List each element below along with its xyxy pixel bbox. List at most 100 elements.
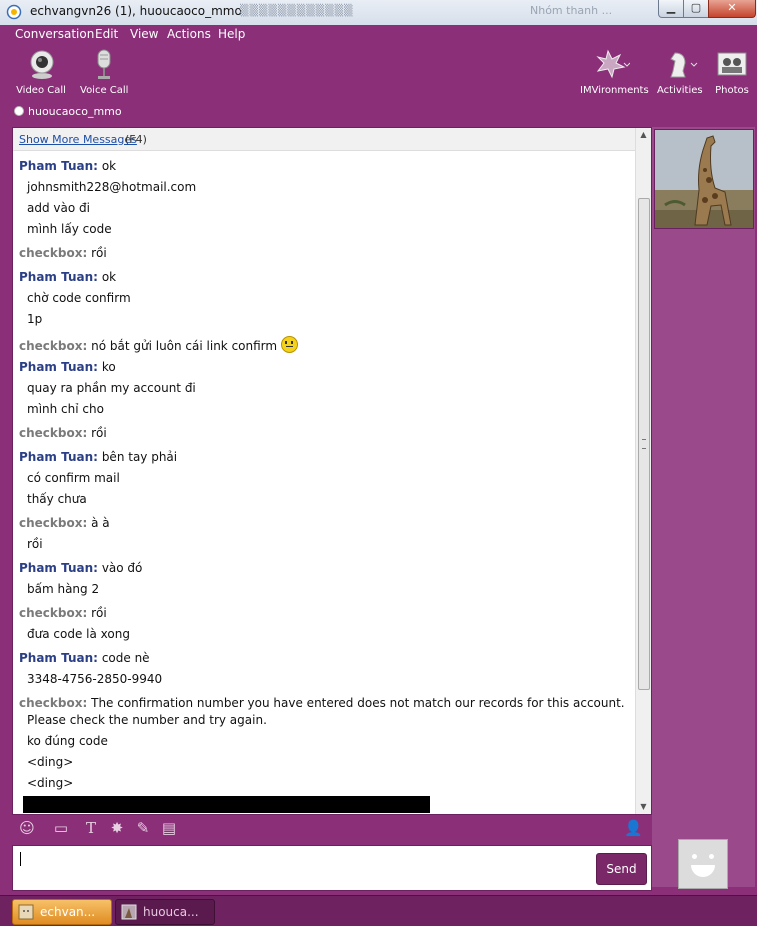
message-history[interactable]: Show More Messages (F4) Pham Tuan: ok jo…	[12, 127, 652, 815]
message-line: ko đúng code	[27, 734, 108, 748]
conversation-window: Conversation Edit View Actions Help Vide…	[0, 25, 757, 895]
menu-actions[interactable]: Actions	[167, 27, 211, 41]
minimize-button[interactable]: ▁	[658, 0, 684, 18]
imvironments-leaf-icon	[596, 49, 630, 79]
messenger-app-icon	[6, 4, 22, 20]
text-caret	[20, 852, 21, 866]
contact-status[interactable]: huoucaoco_mmo	[14, 105, 122, 118]
scroll-up-arrow-icon[interactable]: ▲	[636, 128, 651, 142]
microphone-icon	[97, 49, 111, 79]
menu-view[interactable]: View	[130, 27, 158, 41]
message-line: <ding>	[27, 776, 74, 790]
message: Pham Tuan: vào đó	[19, 561, 143, 575]
show-more-messages-link[interactable]: Show More Messages	[19, 133, 137, 146]
giraffe-photo	[655, 130, 753, 228]
menu-bar: Conversation Edit View Actions Help	[0, 25, 757, 45]
contact-details-icon[interactable]: 👤	[624, 819, 643, 837]
message-input[interactable]: Send	[12, 845, 652, 891]
buddy-avatar-image[interactable]	[654, 129, 754, 229]
emoticon-icon[interactable]: ☺	[18, 819, 36, 837]
photos-icon	[717, 52, 747, 76]
message: Pham Tuan: ok	[19, 159, 117, 173]
message-line: rồi	[27, 537, 43, 551]
sender-name: Pham Tuan	[19, 651, 94, 665]
message-text: ko	[101, 360, 116, 374]
message-list: Pham Tuan: ok johnsmith228@hotmail.com a…	[13, 151, 635, 813]
message-text: ok	[101, 159, 117, 173]
imvironments-label: IMVironments	[580, 85, 649, 96]
chat-window-icon	[18, 904, 34, 920]
buzz-icon[interactable]: ✸	[108, 819, 126, 837]
attach-file-icon[interactable]: ✎	[134, 819, 152, 837]
maximize-icon: ▢	[690, 1, 702, 14]
contact-name: huoucaoco_mmo	[28, 105, 122, 118]
message-text: rồi	[91, 246, 107, 260]
background-window-ghost-text: ▒▒▒▒▒▒▒▒▒▒▒▒	[240, 4, 354, 17]
confused-emoticon-icon	[281, 336, 299, 353]
message-line: đưa code là xong	[27, 627, 130, 641]
window-title: echvangvn26 (1), huoucaoco_mmo	[30, 4, 242, 18]
photos-label: Photos	[715, 85, 749, 96]
message-text: bên tay phải	[101, 450, 178, 464]
redacted-block	[23, 796, 430, 813]
webcam-icon	[30, 50, 54, 79]
window-titlebar: echvangvn26 (1), huoucaoco_mmo ▒▒▒▒▒▒▒▒▒…	[0, 0, 757, 26]
minimize-icon: ▁	[666, 1, 676, 14]
taskbar: echvan... huouca...	[0, 895, 757, 926]
message-text: code nè	[101, 651, 150, 665]
message-line: 3348-4756-2850-9940	[27, 672, 163, 686]
message-line: chờ code confirm	[27, 291, 131, 305]
maximize-button[interactable]: ▢	[683, 0, 709, 18]
close-button[interactable]: ✕	[708, 0, 756, 18]
menu-help[interactable]: Help	[218, 27, 245, 41]
menu-edit[interactable]: Edit	[95, 27, 118, 41]
video-call-label: Video Call	[16, 85, 66, 96]
message-line: Please check the number and try again.	[27, 713, 267, 727]
main-toolbar: Video Call Voice Call IMVironments Activ…	[0, 45, 757, 105]
sender-name: checkbox	[19, 696, 83, 710]
message-text: rồi	[91, 426, 107, 440]
message-text: rồi	[91, 606, 107, 620]
sender-name: Pham Tuan	[19, 270, 94, 284]
insert-icon[interactable]: ▤	[160, 819, 178, 837]
sender-name: checkbox	[19, 246, 83, 260]
sender-name: Pham Tuan	[19, 561, 94, 575]
status-dot-icon	[14, 106, 24, 116]
sender-name: checkbox	[19, 339, 83, 353]
sender-name: Pham Tuan	[19, 159, 94, 173]
message-scrollbar[interactable]: ▲ ▼	[635, 128, 651, 814]
message: Pham Tuan: code nè	[19, 651, 150, 665]
message-line: mình lấy code	[27, 222, 112, 236]
message-line: thấy chưa	[27, 492, 87, 506]
message-text: à à	[91, 516, 110, 530]
menu-conversation[interactable]: Conversation	[15, 27, 94, 41]
taskbar-item-label: huouca...	[143, 905, 199, 919]
show-more-shortcut: (F4)	[125, 133, 147, 146]
format-toolbar: ☺ ▭ T ✸ ✎ ▤ 👤	[12, 815, 650, 841]
scroll-thumb[interactable]	[638, 198, 650, 690]
taskbar-item-huoucaoco[interactable]: huouca...	[115, 899, 215, 925]
text-format-icon[interactable]: T	[82, 819, 100, 837]
message-line: mình chỉ cho	[27, 402, 104, 416]
message-line: quay ra phần my account đi	[27, 381, 196, 395]
chess-knight-icon	[670, 52, 698, 78]
message-text: vào đó	[101, 561, 143, 575]
activities-label: Activities	[657, 85, 703, 96]
avatar-panel	[652, 127, 755, 889]
message: checkbox: nó bắt gửi luôn cái link confi…	[19, 336, 299, 353]
send-button[interactable]: Send	[596, 853, 647, 885]
message: checkbox: rồi	[19, 606, 107, 620]
message-text: ok	[101, 270, 117, 284]
audible-icon[interactable]: ▭	[52, 819, 70, 837]
message: checkbox: rồi	[19, 426, 107, 440]
my-avatar[interactable]	[678, 839, 728, 889]
close-icon: ✕	[727, 1, 737, 14]
avatar-thumbnail-icon	[121, 904, 137, 920]
message-text: The confirmation number you have entered…	[91, 696, 625, 710]
scroll-down-arrow-icon[interactable]: ▼	[636, 800, 651, 814]
message: Pham Tuan: ok	[19, 270, 117, 284]
message-line: <ding>	[27, 755, 74, 769]
sender-name: Pham Tuan	[19, 450, 94, 464]
taskbar-item-echvangvn26[interactable]: echvan...	[12, 899, 112, 925]
show-more-bar: Show More Messages (F4)	[13, 128, 635, 151]
